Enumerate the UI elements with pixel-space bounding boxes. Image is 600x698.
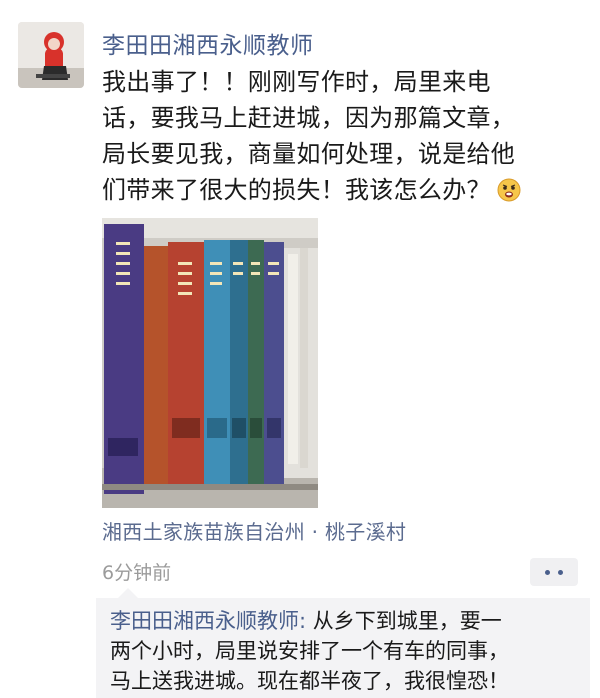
post-text: 我出事了！！刚刚写作时，局里来电 话，要我马上赶进城，因为那篇文章， 局长要见我… <box>102 64 590 208</box>
post-location-link[interactable]: 湘西土家族苗族自治州 · 桃子溪村 <box>102 516 406 545</box>
post-text-line: 们带来了很大的损失！我该怎么办？ <box>102 176 491 204</box>
book-spine <box>230 240 248 484</box>
post-author-name[interactable]: 李田田湘西永顺教师 <box>102 26 314 60</box>
avatar-image <box>18 22 84 88</box>
post-text-line-last: 们带来了很大的损失！我该怎么办？ <box>102 172 590 208</box>
comment-line: 两个小时，局里说安排了一个有车的同事， <box>110 639 509 663</box>
post-text-line: 我出事了！！刚刚写作时，局里来电 <box>102 68 491 96</box>
commenter-name[interactable]: 李田田湘西永顺教师 <box>110 609 299 633</box>
books-photo-image <box>102 218 318 508</box>
book-spine <box>248 240 264 484</box>
book-spine <box>204 240 230 486</box>
comments-section: 李田田湘西永顺教师: 从乡下到城里，要一 两个小时，局里说安排了一个有车的同事，… <box>96 588 590 698</box>
book-spine <box>168 242 204 490</box>
post-text-line: 局长要见我，商量如何处理，说是给他 <box>102 140 516 168</box>
more-dot-icon <box>558 570 563 575</box>
book-spine <box>144 246 168 484</box>
book-spine <box>264 242 284 484</box>
comment-separator: : <box>299 609 313 633</box>
comment-text: 从乡下到城里，要一 <box>312 609 502 633</box>
more-dot-icon <box>545 570 550 575</box>
comment-item[interactable]: 李田田湘西永顺教师: 从乡下到城里，要一 两个小时，局里说安排了一个有车的同事，… <box>110 606 582 696</box>
comment-line: 马上送我进城。现在都半夜了，我很惶恐！ <box>110 669 509 693</box>
more-options-button[interactable] <box>530 558 578 586</box>
fearful-face-emoji-icon <box>497 176 521 202</box>
comment-line: 李田田湘西永顺教师: 从乡下到城里，要一 <box>110 606 582 636</box>
post-photo[interactable] <box>102 218 318 508</box>
post-text-line: 话，要我马上赶进城，因为那篇文章， <box>102 104 516 132</box>
post-timestamp: 6分钟前 <box>102 562 172 584</box>
avatar[interactable] <box>18 22 84 88</box>
